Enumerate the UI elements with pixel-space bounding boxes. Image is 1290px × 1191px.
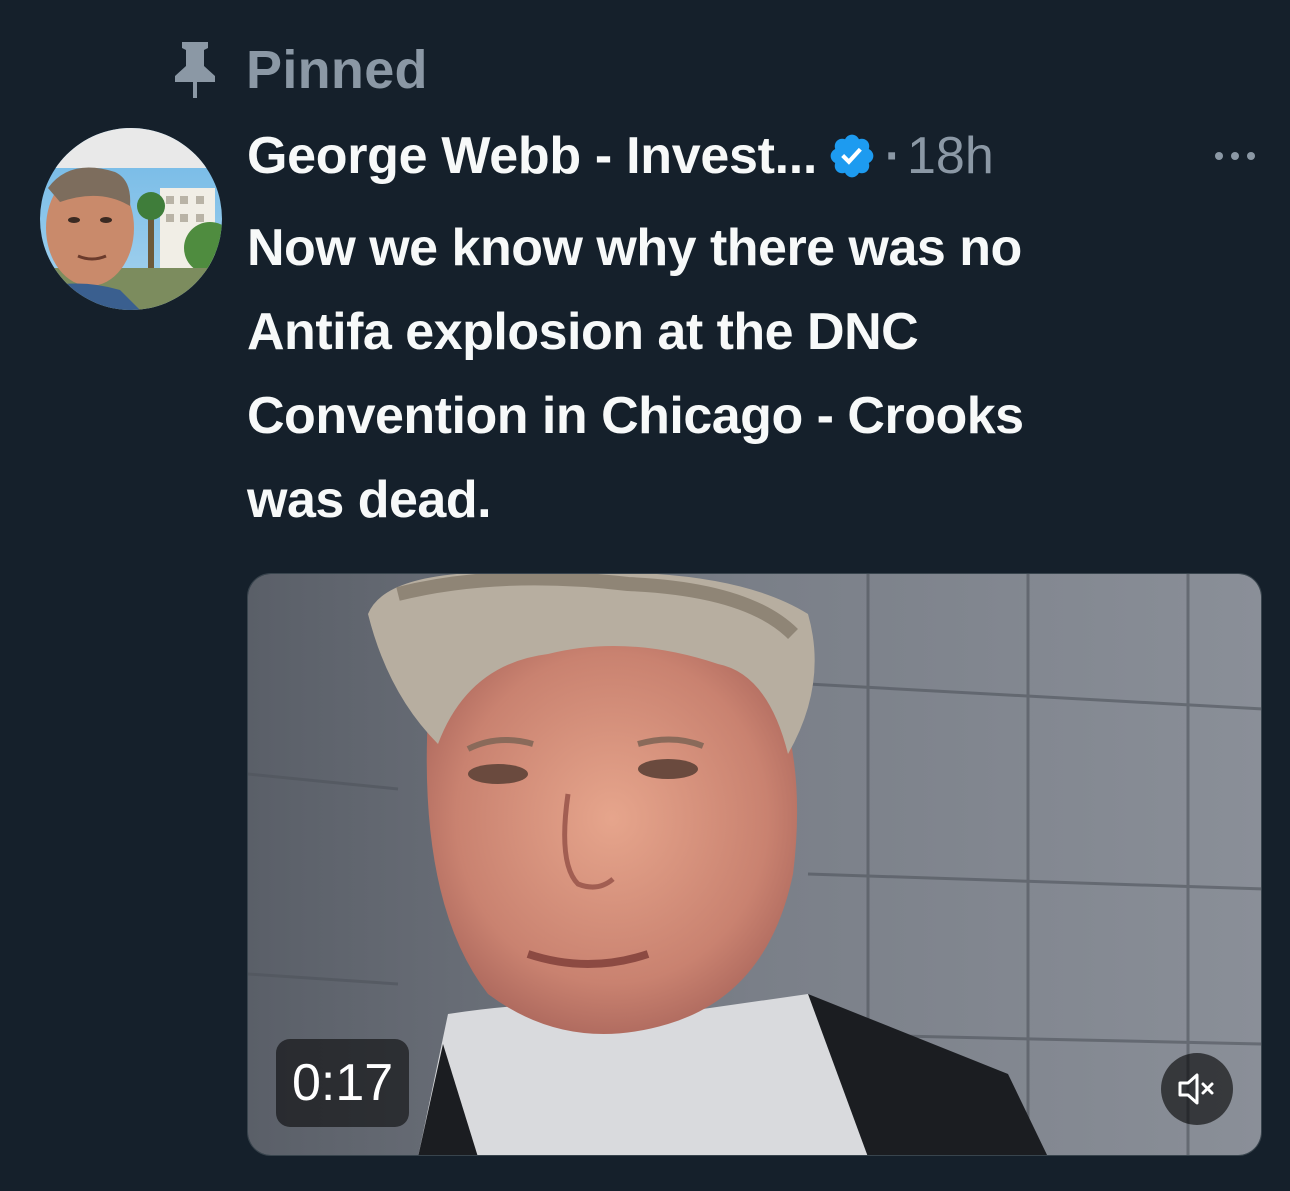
verified-badge-icon[interactable] bbox=[825, 129, 879, 183]
pin-icon bbox=[168, 39, 222, 101]
tweet-text: Now we know why there was no Antifa expl… bbox=[247, 206, 1257, 542]
tweet-header: George Webb - Invest... · 18h bbox=[247, 120, 1267, 192]
more-dots-icon[interactable] bbox=[1203, 128, 1267, 184]
video-player[interactable]: 0:17 bbox=[247, 573, 1262, 1156]
tweet-text-line: Convention in Chicago - Crooks bbox=[247, 387, 1024, 445]
avatar[interactable] bbox=[40, 128, 222, 310]
video-duration: 0:17 bbox=[276, 1039, 410, 1127]
timestamp[interactable]: 18h bbox=[907, 126, 994, 186]
author-name[interactable]: George Webb - Invest... bbox=[247, 126, 817, 186]
time-separator: · bbox=[885, 129, 902, 183]
speaker-muted-icon[interactable] bbox=[1161, 1053, 1233, 1125]
tweet-text-line: Now we know why there was no bbox=[247, 219, 1022, 277]
pinned-label: Pinned bbox=[246, 40, 428, 100]
tweet-text-line: was dead. bbox=[247, 471, 492, 529]
tweet-text-line: Antifa explosion at the DNC bbox=[247, 303, 919, 361]
pinned-indicator: Pinned bbox=[168, 30, 428, 110]
